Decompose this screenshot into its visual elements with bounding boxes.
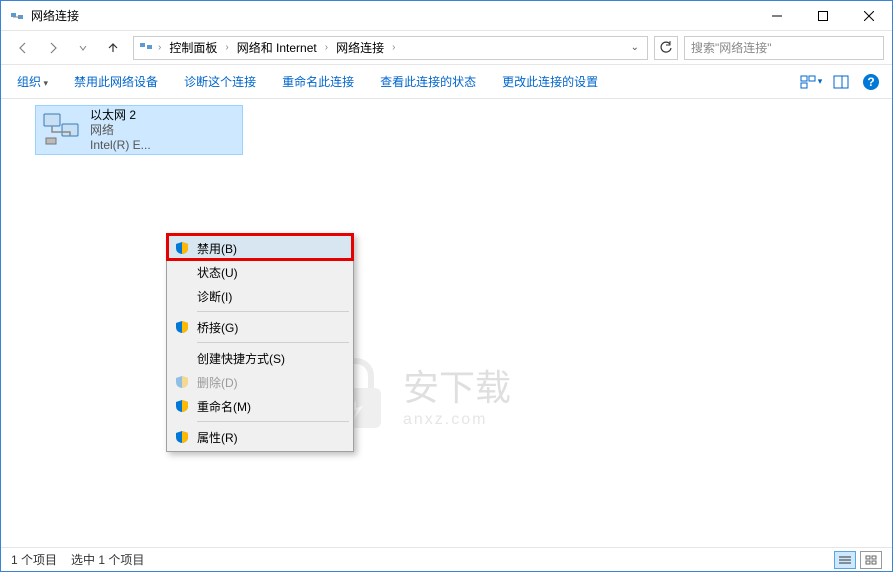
chevron-right-icon: › <box>325 42 328 53</box>
recent-dropdown[interactable] <box>69 35 97 61</box>
adapter-device: Intel(R) E... <box>90 138 151 153</box>
maximize-button[interactable] <box>800 1 846 31</box>
item-count: 1 个项目 <box>11 551 57 568</box>
selected-count: 选中 1 个项目 <box>71 551 144 568</box>
back-button[interactable] <box>9 35 37 61</box>
large-icons-view-icon[interactable] <box>860 551 882 569</box>
chevron-right-icon: › <box>225 42 228 53</box>
menu-bridge[interactable]: 桥接(G) <box>169 315 351 339</box>
address-dropdown[interactable]: ⌄ <box>627 42 643 53</box>
up-button[interactable] <box>99 35 127 61</box>
command-bar: 组织 禁用此网络设备 诊断这个连接 重命名此连接 查看此连接的状态 更改此连接的… <box>1 65 892 99</box>
context-menu: 禁用(B) 状态(U) 诊断(I) 桥接(G) 创建快捷方式(S) 删除(D) … <box>166 233 354 452</box>
shield-icon <box>175 320 189 334</box>
details-view-icon[interactable] <box>834 551 856 569</box>
menu-shortcut[interactable]: 创建快捷方式(S) <box>169 346 351 370</box>
network-icon <box>138 38 154 57</box>
shield-icon <box>175 375 189 389</box>
svg-text:?: ? <box>867 75 874 89</box>
disable-device-button[interactable]: 禁用此网络设备 <box>66 69 166 94</box>
rename-button[interactable]: 重命名此连接 <box>274 69 362 94</box>
adapter-text: 以太网 2 网络 Intel(R) E... <box>90 108 151 153</box>
menu-status[interactable]: 状态(U) <box>169 260 351 284</box>
adapter-name: 以太网 2 <box>90 108 151 123</box>
forward-button[interactable] <box>39 35 67 61</box>
watermark-text: 安下载 <box>403 359 511 411</box>
change-settings-button[interactable]: 更改此连接的设置 <box>494 69 606 94</box>
help-icon[interactable]: ? <box>858 69 884 95</box>
address-bar[interactable]: › 控制面板 › 网络和 Internet › 网络连接 › ⌄ <box>133 36 648 60</box>
breadcrumb[interactable]: 网络连接 <box>332 37 388 58</box>
shield-icon <box>175 430 189 444</box>
menu-diagnose[interactable]: 诊断(I) <box>169 284 351 308</box>
watermark-url: anxz.com <box>403 411 511 429</box>
menu-disable[interactable]: 禁用(B) <box>169 236 351 260</box>
organize-button[interactable]: 组织 <box>9 69 56 94</box>
menu-separator <box>197 421 349 422</box>
refresh-button[interactable] <box>654 36 678 60</box>
breadcrumb[interactable]: 控制面板 <box>165 37 221 58</box>
search-input[interactable]: 搜索"网络连接" <box>684 36 884 60</box>
preview-pane-icon[interactable] <box>828 69 854 95</box>
navigation-bar: › 控制面板 › 网络和 Internet › 网络连接 › ⌄ 搜索"网络连接… <box>1 31 892 65</box>
adapter-network: 网络 <box>90 123 151 138</box>
ethernet-icon <box>40 110 84 150</box>
menu-rename[interactable]: 重命名(M) <box>169 394 351 418</box>
network-adapter-item[interactable]: 以太网 2 网络 Intel(R) E... <box>35 105 243 155</box>
menu-separator <box>197 342 349 343</box>
content-area[interactable]: 以太网 2 网络 Intel(R) E... 安下载 anxz.com 禁用(B… <box>1 99 892 547</box>
menu-separator <box>197 311 349 312</box>
view-options-icon[interactable]: ▾ <box>798 69 824 95</box>
title-bar: 网络连接 <box>1 1 892 31</box>
chevron-right-icon: › <box>158 42 161 53</box>
diagnose-button[interactable]: 诊断这个连接 <box>176 69 264 94</box>
shield-icon <box>175 241 189 255</box>
minimize-button[interactable] <box>754 1 800 31</box>
menu-delete: 删除(D) <box>169 370 351 394</box>
breadcrumb[interactable]: 网络和 Internet <box>233 37 321 58</box>
window-title: 网络连接 <box>31 7 754 24</box>
view-status-button[interactable]: 查看此连接的状态 <box>372 69 484 94</box>
chevron-right-icon: › <box>392 42 395 53</box>
menu-properties[interactable]: 属性(R) <box>169 425 351 449</box>
shield-icon <box>175 399 189 413</box>
close-button[interactable] <box>846 1 892 31</box>
window-icon <box>9 8 25 24</box>
status-bar: 1 个项目 选中 1 个项目 <box>1 547 892 571</box>
